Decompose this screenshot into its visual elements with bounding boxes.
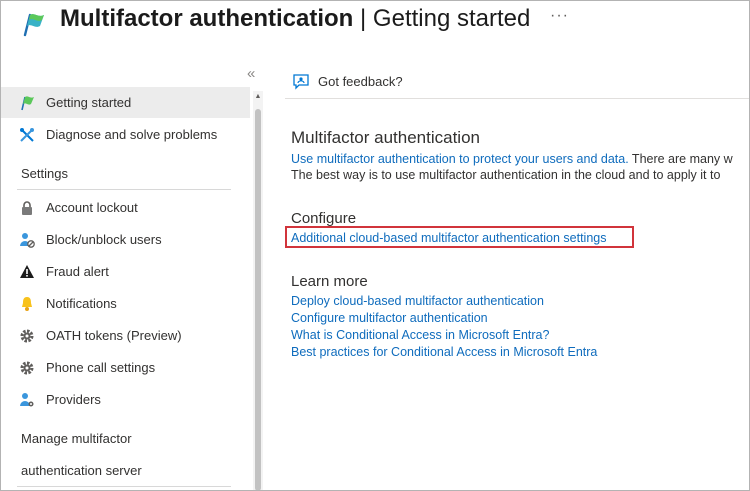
link-text[interactable]: Best practices for Conditional Access in… bbox=[291, 345, 597, 359]
section-divider bbox=[17, 189, 231, 190]
sidebar-item-label: Phone call settings bbox=[46, 360, 156, 375]
intro-text: There are many w bbox=[628, 152, 733, 166]
scrollbar-thumb[interactable] bbox=[255, 109, 261, 490]
configure-heading: Configure bbox=[291, 210, 357, 227]
flag-icon bbox=[19, 95, 35, 111]
gear-icon bbox=[19, 328, 35, 344]
intro-paragraph: Use multifactor authentication to protec… bbox=[291, 151, 733, 183]
sidebar-item-providers[interactable]: Providers bbox=[1, 384, 250, 415]
sidebar-item-getting-started[interactable]: Getting started bbox=[1, 87, 250, 118]
section-divider bbox=[17, 486, 231, 487]
link-text[interactable]: Configure multifactor authentication bbox=[291, 311, 488, 325]
sidebar-item-notifications[interactable]: Notifications bbox=[1, 288, 250, 319]
title-sub: Getting started bbox=[372, 5, 531, 32]
main-content: Got feedback? Multifactor authentication… bbox=[285, 65, 749, 490]
sidebar-item-label: Block/unblock users bbox=[46, 232, 162, 247]
sidebar-item-diagnose[interactable]: Diagnose and solve problems bbox=[1, 119, 250, 150]
sidebar-item-oath-tokens[interactable]: OATH tokens (Preview) bbox=[1, 320, 250, 351]
warning-icon bbox=[19, 264, 35, 280]
server-section-label-line2: authentication server bbox=[21, 463, 142, 478]
providers-icon bbox=[19, 392, 35, 408]
feedback-icon bbox=[293, 73, 309, 90]
got-feedback-button[interactable]: Got feedback? bbox=[318, 74, 403, 89]
bell-icon bbox=[19, 296, 35, 312]
intro-link[interactable]: Use multifactor authentication to protec… bbox=[291, 152, 629, 166]
portal-frame: Multifactor authentication | Getting sta… bbox=[0, 0, 750, 491]
sidebar-item-account-lockout[interactable]: Account lockout bbox=[1, 192, 250, 223]
server-section-label-line1: Manage multifactor bbox=[21, 431, 132, 446]
learn-more-heading: Learn more bbox=[291, 273, 368, 290]
sidebar-item-label: Getting started bbox=[46, 95, 132, 110]
sidebar-item-label: Diagnose and solve problems bbox=[46, 127, 218, 142]
link-text[interactable]: Additional cloud-based multifactor authe… bbox=[291, 231, 606, 245]
collapse-sidebar-button[interactable]: « bbox=[247, 65, 255, 82]
lock-icon bbox=[19, 200, 35, 216]
sidebar-item-label: Account lockout bbox=[46, 200, 138, 215]
scroll-up-arrow-icon[interactable]: ▲ bbox=[253, 93, 263, 100]
block-user-icon bbox=[19, 232, 35, 248]
title-separator: | bbox=[353, 5, 373, 32]
sidebar-item-block-unblock-users[interactable]: Block/unblock users bbox=[1, 224, 250, 255]
sidebar: « Getting started Diagnose and solve pro… bbox=[1, 65, 263, 490]
section-heading: Multifactor authentication bbox=[291, 128, 480, 147]
wrench-icon bbox=[19, 127, 35, 143]
sidebar-item-label: Notifications bbox=[46, 296, 117, 311]
gear-icon bbox=[19, 360, 35, 376]
sidebar-item-label: Providers bbox=[46, 392, 101, 407]
sidebar-item-label: OATH tokens (Preview) bbox=[46, 328, 182, 343]
page-title: Multifactor authentication | Getting sta… bbox=[60, 5, 530, 33]
more-options-button[interactable]: ··· bbox=[550, 7, 569, 25]
learn-link-deploy[interactable]: Deploy cloud-based multifactor authentic… bbox=[291, 294, 544, 308]
command-bar: Got feedback? bbox=[285, 65, 749, 99]
sidebar-item-fraud-alert[interactable]: Fraud alert bbox=[1, 256, 250, 287]
intro-text-line2: The best way is to use multifactor authe… bbox=[291, 168, 721, 182]
link-text[interactable]: What is Conditional Access in Microsoft … bbox=[291, 328, 549, 342]
page-header: Multifactor authentication | Getting sta… bbox=[1, 1, 749, 49]
learn-link-best-practices[interactable]: Best practices for Conditional Access in… bbox=[291, 345, 597, 359]
title-main: Multifactor authentication bbox=[60, 5, 354, 32]
configure-settings-link[interactable]: Additional cloud-based multifactor authe… bbox=[291, 231, 606, 245]
sidebar-scrollbar[interactable]: ▲ bbox=[253, 91, 263, 490]
sidebar-item-phone-call-settings[interactable]: Phone call settings bbox=[1, 352, 250, 383]
learn-link-conditional-access[interactable]: What is Conditional Access in Microsoft … bbox=[291, 328, 549, 342]
link-text[interactable]: Deploy cloud-based multifactor authentic… bbox=[291, 294, 544, 308]
flag-icon bbox=[23, 13, 44, 37]
settings-section-label: Settings bbox=[21, 166, 68, 181]
learn-link-configure[interactable]: Configure multifactor authentication bbox=[291, 311, 488, 325]
sidebar-item-label: Fraud alert bbox=[46, 264, 109, 279]
